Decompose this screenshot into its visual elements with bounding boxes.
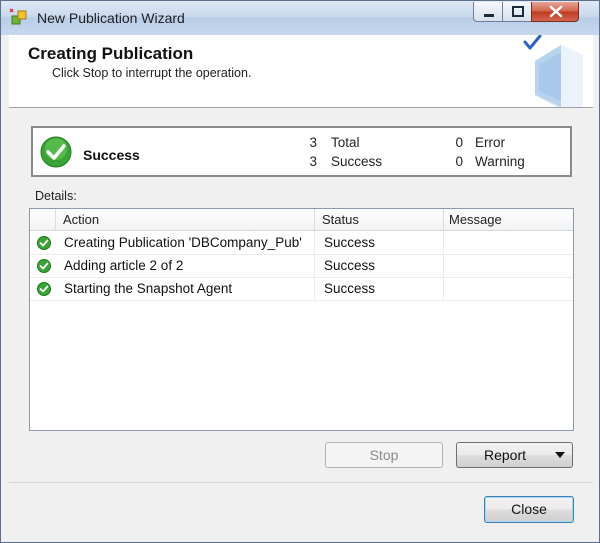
details-grid[interactable]: Action Status Message Creating Publicati… bbox=[29, 208, 574, 431]
book-checkmark-icon bbox=[521, 34, 593, 107]
warning-label: Warning bbox=[475, 154, 525, 169]
warning-count: 0 bbox=[455, 154, 463, 169]
success-icon bbox=[37, 236, 51, 250]
wizard-app-icon bbox=[9, 8, 29, 28]
total-count: 3 bbox=[309, 135, 317, 150]
row-message bbox=[444, 277, 573, 300]
footer-divider bbox=[9, 482, 593, 483]
table-row[interactable]: Creating Publication 'DBCompany_Pub' Suc… bbox=[30, 231, 573, 255]
report-button-label: Report bbox=[483, 447, 527, 463]
wizard-window: New Publication Wizard Creating Publicat… bbox=[0, 0, 600, 543]
table-row[interactable]: Adding article 2 of 2 Success bbox=[30, 254, 573, 278]
column-header-status[interactable]: Status bbox=[315, 209, 444, 230]
column-header-message[interactable]: Message bbox=[444, 209, 573, 230]
page-subtitle: Click Stop to interrupt the operation. bbox=[52, 66, 252, 80]
minimize-button[interactable] bbox=[473, 2, 503, 22]
close-button[interactable]: Close bbox=[484, 496, 574, 523]
triangle-down-icon bbox=[555, 452, 565, 458]
maximize-icon bbox=[512, 6, 524, 17]
row-status: Success bbox=[315, 254, 444, 277]
page-title: Creating Publication bbox=[28, 44, 194, 63]
row-status: Success bbox=[315, 277, 444, 300]
error-label: Error bbox=[475, 135, 505, 150]
row-action: Starting the Snapshot Agent bbox=[56, 277, 315, 300]
success-icon bbox=[37, 259, 51, 273]
close-icon bbox=[549, 5, 563, 18]
column-header-action[interactable]: Action bbox=[56, 209, 315, 230]
success-icon bbox=[37, 282, 51, 296]
total-label: Total bbox=[331, 135, 360, 150]
window-close-button[interactable] bbox=[531, 2, 579, 22]
window-title: New Publication Wizard bbox=[37, 10, 185, 26]
success-label: Success bbox=[331, 154, 383, 169]
grid-header: Action Status Message bbox=[30, 209, 573, 231]
wizard-header: Creating Publication Click Stop to inter… bbox=[9, 34, 593, 108]
minimize-icon bbox=[484, 14, 494, 17]
details-label: Details: bbox=[35, 189, 77, 203]
table-row[interactable]: Starting the Snapshot Agent Success bbox=[30, 277, 573, 301]
summary-status: Success bbox=[83, 147, 140, 163]
summary-panel: Success 3 Total 3 Success 0 Error 0 Warn… bbox=[31, 126, 572, 177]
title-bar[interactable]: New Publication Wizard bbox=[1, 1, 599, 35]
success-count: 3 bbox=[309, 154, 317, 169]
row-message bbox=[444, 231, 573, 254]
row-action: Creating Publication 'DBCompany_Pub' bbox=[56, 231, 315, 254]
row-action: Adding article 2 of 2 bbox=[56, 254, 315, 277]
maximize-button[interactable] bbox=[502, 2, 532, 22]
report-button[interactable]: Report bbox=[456, 442, 573, 468]
error-count: 0 bbox=[455, 135, 463, 150]
stop-button[interactable]: Stop bbox=[325, 442, 443, 468]
column-header-icon[interactable] bbox=[30, 209, 56, 230]
row-message bbox=[444, 254, 573, 277]
green-checkmark-icon bbox=[40, 136, 72, 168]
row-status: Success bbox=[315, 231, 444, 254]
